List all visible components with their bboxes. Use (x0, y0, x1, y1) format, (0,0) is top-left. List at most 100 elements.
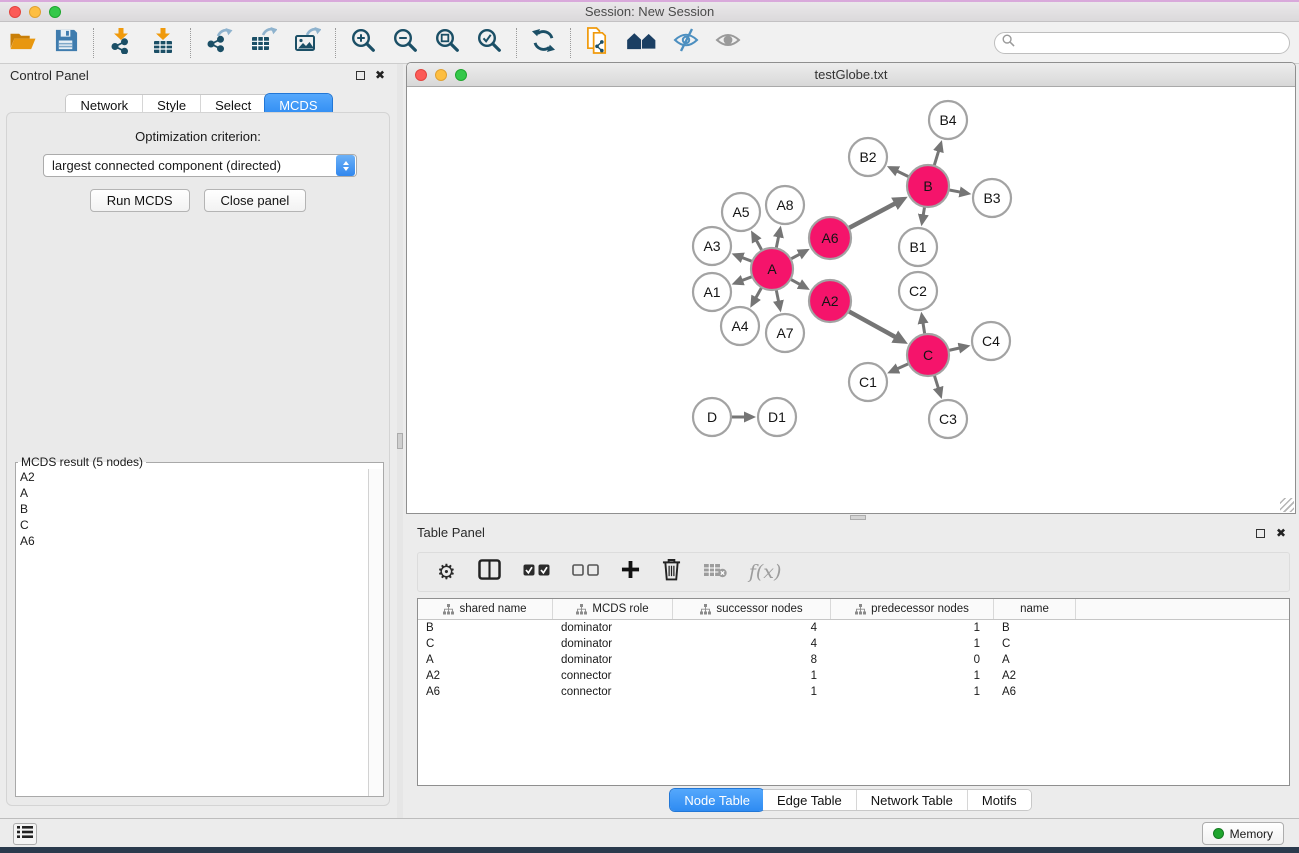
import-table-button[interactable] (142, 25, 184, 61)
cell-mcds-role[interactable]: dominator (553, 622, 673, 634)
cell-successor-nodes[interactable]: 4 (673, 622, 831, 634)
cell-predecessor-nodes[interactable]: 1 (831, 622, 994, 634)
column-header-mcds-role[interactable]: MCDS role (553, 599, 673, 619)
open-session-button[interactable] (0, 25, 46, 61)
cell-predecessor-nodes[interactable]: 1 (831, 670, 994, 682)
export-image-icon (293, 27, 321, 58)
window-resize-grip[interactable] (1280, 498, 1294, 512)
table-row[interactable]: A6connector11A6 (418, 684, 1289, 700)
tab-edge-table[interactable]: Edge Table (763, 790, 857, 810)
cell-successor-nodes[interactable]: 8 (673, 654, 831, 666)
save-session-button[interactable] (46, 25, 87, 61)
table-settings-button[interactable]: ⚙ (426, 554, 467, 590)
zoom-out-button[interactable] (384, 25, 426, 61)
mcds-result-item[interactable]: A (16, 485, 368, 501)
delete-column-button[interactable] (651, 554, 692, 590)
import-network-button[interactable] (100, 25, 142, 61)
float-table-panel-icon[interactable] (1256, 529, 1265, 538)
network-window-titlebar[interactable]: testGlobe.txt (407, 63, 1295, 87)
horizontal-splitter[interactable] (403, 514, 1299, 521)
cell-successor-nodes[interactable]: 1 (673, 686, 831, 698)
cell-name[interactable]: A6 (994, 686, 1076, 698)
function-builder-icon: f(x) (749, 561, 782, 583)
table-row[interactable]: Adominator80A (418, 652, 1289, 668)
cell-successor-nodes[interactable]: 1 (673, 670, 831, 682)
mcds-result-item[interactable]: A6 (16, 533, 368, 549)
export-network-button[interactable] (197, 25, 241, 61)
search-field[interactable] (994, 32, 1290, 54)
column-header-name[interactable]: name (994, 599, 1076, 619)
column-layout-button[interactable] (467, 554, 512, 590)
export-image-button[interactable] (285, 25, 329, 61)
cell-predecessor-nodes[interactable]: 0 (831, 654, 994, 666)
close-table-panel-icon[interactable]: ✖ (1276, 528, 1286, 538)
cell-shared-name[interactable]: A2 (418, 670, 553, 682)
close-panel-button[interactable]: Close panel (204, 189, 307, 212)
cell-predecessor-nodes[interactable]: 1 (831, 638, 994, 650)
column-header-shared-name[interactable]: shared name (418, 599, 553, 619)
close-panel-icon[interactable]: ✖ (375, 70, 385, 80)
deselect-all-button[interactable] (561, 554, 610, 590)
column-type-icon (855, 604, 866, 615)
node-label-A: A (767, 261, 777, 277)
cell-shared-name[interactable]: C (418, 638, 553, 650)
criterion-dropdown[interactable]: largest connected component (directed) (43, 154, 357, 177)
tab-node-table[interactable]: Node Table (670, 789, 764, 811)
cell-mcds-role[interactable]: dominator (553, 654, 673, 666)
toolbar-separator (93, 28, 94, 58)
mcds-result-item[interactable]: A2 (16, 469, 368, 485)
function-builder-button[interactable]: f(x) (738, 554, 793, 590)
export-table-button[interactable] (241, 25, 285, 61)
show-graphics-details-button[interactable] (707, 25, 749, 61)
toolbar-separator (335, 28, 336, 58)
mcds-result-item[interactable]: B (16, 501, 368, 517)
select-all-button[interactable] (512, 554, 561, 590)
cell-name[interactable]: C (994, 638, 1076, 650)
zoom-fit-button[interactable] (426, 25, 468, 61)
cell-shared-name[interactable]: A6 (418, 686, 553, 698)
titlebar[interactable]: Session: New Session (0, 2, 1299, 22)
memory-button[interactable]: Memory (1202, 822, 1284, 845)
mcds-result-list[interactable]: A2ABCA6 (16, 469, 368, 796)
task-history-button[interactable] (13, 823, 37, 845)
cell-shared-name[interactable]: B (418, 622, 553, 634)
delete-table-button[interactable] (692, 554, 738, 590)
node-label-A6: A6 (821, 230, 838, 246)
session-title: Session: New Session (0, 4, 1299, 19)
search-input[interactable] (1019, 36, 1269, 50)
table-row[interactable]: Bdominator41B (418, 620, 1289, 636)
tab-network-table[interactable]: Network Table (857, 790, 968, 810)
edge-A6-B[interactable] (847, 203, 896, 229)
horizontal-splitter-handle[interactable] (850, 515, 866, 520)
cell-mcds-role[interactable]: connector (553, 686, 673, 698)
cell-name[interactable]: A (994, 654, 1076, 666)
mcds-result-scrollbar[interactable] (368, 469, 383, 796)
cell-mcds-role[interactable]: connector (553, 670, 673, 682)
table-row[interactable]: A2connector11A2 (418, 668, 1289, 684)
cell-name[interactable]: A2 (994, 670, 1076, 682)
mcds-result-item[interactable]: C (16, 517, 368, 533)
cell-mcds-role[interactable]: dominator (553, 638, 673, 650)
network-canvas[interactable]: B4B2BB3A8A5A6A3B1AA1C2A2A4A7C4CC1DD1C3 (407, 88, 1295, 513)
network-overview-button[interactable] (618, 25, 665, 61)
cell-successor-nodes[interactable]: 4 (673, 638, 831, 650)
add-column-button[interactable] (610, 554, 651, 590)
cell-shared-name[interactable]: A (418, 654, 553, 666)
refresh-button[interactable] (523, 25, 564, 61)
table-row[interactable]: Cdominator41C (418, 636, 1289, 652)
open-session-icon (8, 28, 38, 58)
edge-A2-C[interactable] (847, 310, 897, 337)
column-header-successor-nodes[interactable]: successor nodes (673, 599, 831, 619)
column-header-predecessor-nodes[interactable]: predecessor nodes (831, 599, 994, 619)
float-panel-icon[interactable] (356, 71, 365, 80)
hide-graphics-details-button[interactable] (665, 25, 707, 61)
cell-name[interactable]: B (994, 622, 1076, 634)
column-header-label: successor nodes (716, 603, 802, 615)
cell-predecessor-nodes[interactable]: 1 (831, 686, 994, 698)
node-label-C4: C4 (982, 333, 1000, 349)
zoom-selected-button[interactable] (468, 25, 510, 61)
run-mcds-button[interactable]: Run MCDS (90, 189, 190, 212)
tab-motifs[interactable]: Motifs (968, 790, 1031, 810)
zoom-in-button[interactable] (342, 25, 384, 61)
clone-network-button[interactable] (577, 25, 618, 61)
